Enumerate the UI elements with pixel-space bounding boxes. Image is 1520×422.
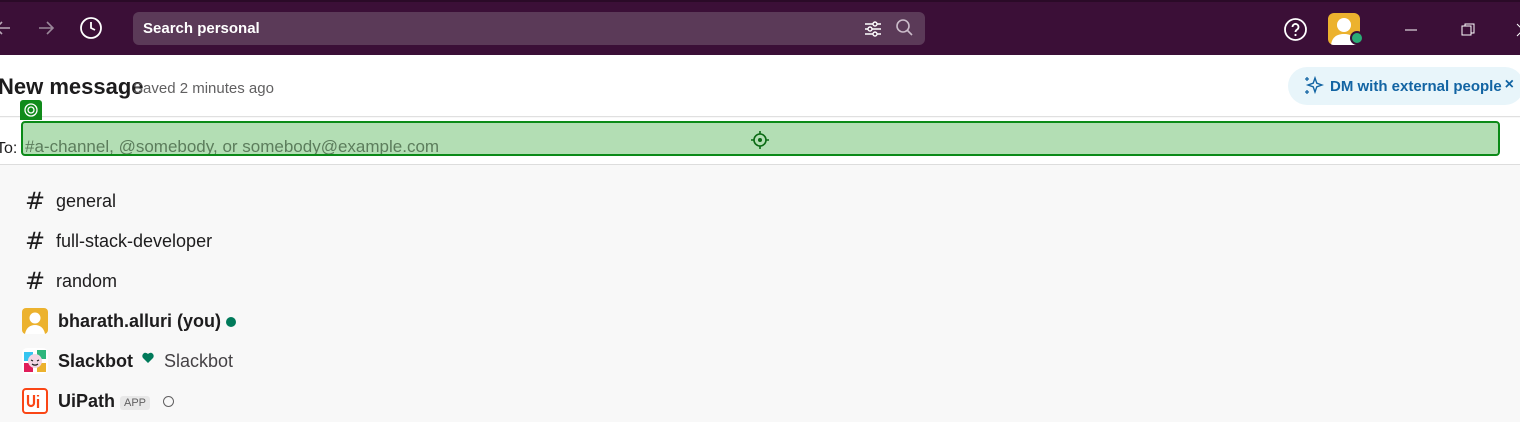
page-title: New message <box>0 74 144 99</box>
uipath-app-icon <box>22 388 48 414</box>
active-status-icon <box>226 317 236 327</box>
list-item[interactable]: Slackbot Slackbot <box>0 342 1520 382</box>
dm-close-icon[interactable]: × <box>1505 76 1514 94</box>
dm-external-label: DM with external people <box>1330 77 1502 95</box>
app-badge: APP <box>120 396 151 410</box>
message-header: New message Saved 2 minutes ago DM with … <box>0 55 1520 117</box>
search-placeholder: Search personal <box>143 20 260 37</box>
presence-indicator <box>1350 31 1364 45</box>
forward-arrow-icon[interactable] <box>33 15 59 41</box>
hash-icon: # <box>24 267 46 295</box>
minimize-icon[interactable] <box>1400 19 1422 41</box>
user-subtitle: Slackbot <box>164 351 234 371</box>
suggestion-list: # general # full-stack-developer # rando… <box>0 182 1520 422</box>
close-icon[interactable] <box>1512 19 1520 41</box>
channel-name: general <box>56 191 117 211</box>
list-item[interactable]: bharath.alluri (you) <box>0 302 1520 342</box>
saved-status: Saved 2 minutes ago <box>133 80 274 97</box>
top-bar: Search personal <box>0 0 1520 55</box>
to-label: To: <box>0 140 18 157</box>
away-status-icon <box>163 396 174 407</box>
filter-icon[interactable] <box>863 19 883 39</box>
dm-external-button[interactable]: DM with external people × <box>1288 67 1520 105</box>
history-icon[interactable] <box>78 15 104 41</box>
search-icon[interactable] <box>895 18 915 38</box>
user-avatar-icon <box>22 308 48 334</box>
help-icon[interactable] <box>1283 17 1308 42</box>
list-item[interactable]: # full-stack-developer <box>0 222 1520 262</box>
user-name: Slackbot <box>58 351 134 371</box>
restore-icon[interactable] <box>1457 19 1479 41</box>
list-item[interactable]: UiPath APP <box>0 382 1520 422</box>
channel-name: full-stack-developer <box>56 231 213 251</box>
crosshair-icon <box>751 131 769 149</box>
app-name: UiPath <box>58 391 116 411</box>
heart-icon <box>141 351 155 370</box>
user-name: bharath.alluri (you) <box>58 311 222 331</box>
hash-icon: # <box>24 187 46 215</box>
back-arrow-icon[interactable] <box>0 15 16 41</box>
channel-name: random <box>56 271 118 291</box>
hash-icon: # <box>24 227 46 255</box>
list-item[interactable]: # random <box>0 262 1520 302</box>
target-marker-icon <box>20 100 42 120</box>
search-bar[interactable]: Search personal <box>133 12 925 45</box>
list-item[interactable]: # general <box>0 182 1520 222</box>
sparkle-icon <box>1305 75 1324 95</box>
slackbot-icon <box>22 348 48 374</box>
